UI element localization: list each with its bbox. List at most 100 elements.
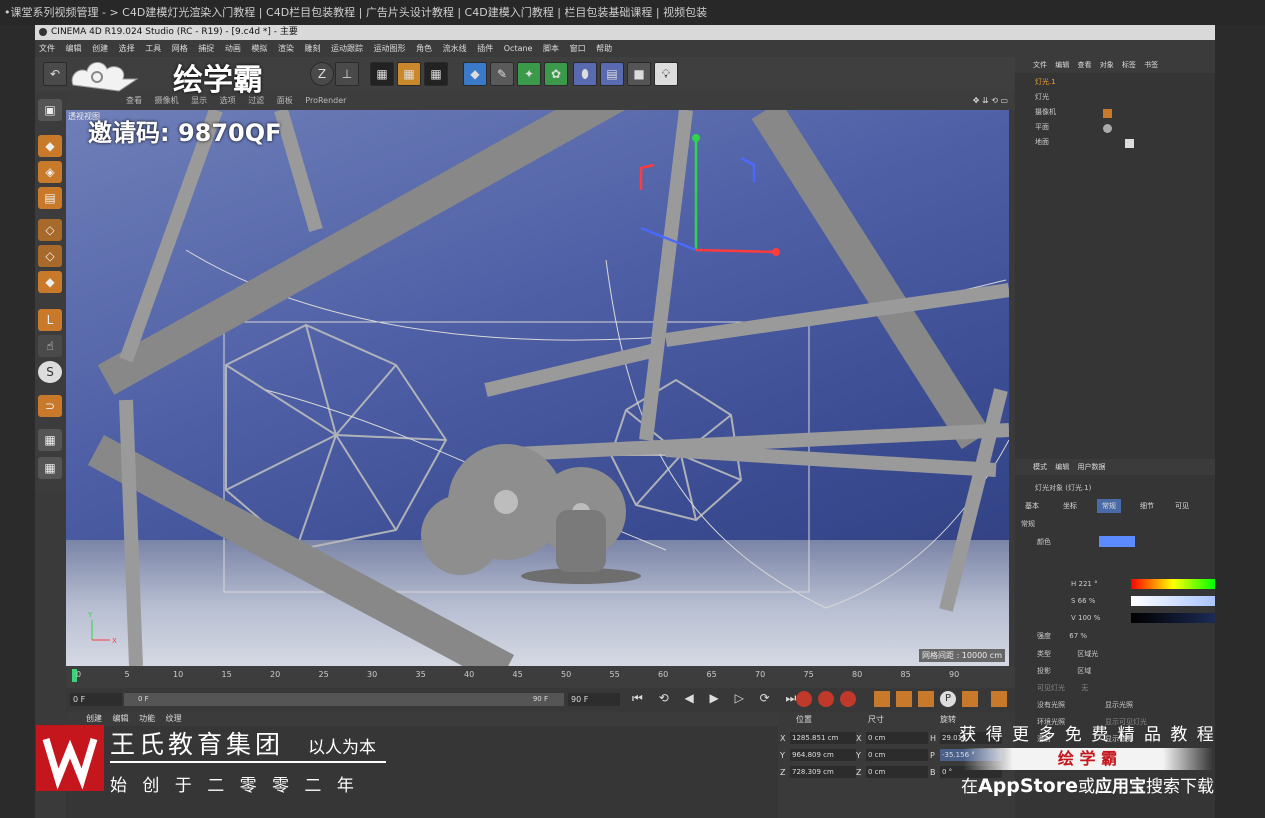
mat-tab-create[interactable]: 创建	[86, 714, 102, 723]
polygons-mode-icon[interactable]: ◆	[38, 271, 62, 293]
axis-mode-icon[interactable]: L	[38, 309, 62, 331]
mat-tab-edit[interactable]: 编辑	[113, 714, 129, 723]
size-z-field[interactable]: 0 cm	[866, 766, 928, 778]
render-settings-icon[interactable]: ▦	[424, 62, 448, 86]
hue-gradient[interactable]	[1131, 579, 1215, 589]
hsv-v-row[interactable]: V 100 %	[1015, 611, 1100, 625]
size-y-field[interactable]: 0 cm	[866, 749, 928, 761]
menu-help[interactable]: 帮助	[596, 44, 612, 53]
menu-simulate[interactable]: 模拟	[251, 44, 267, 53]
attr-tab-general[interactable]: 常规	[1097, 499, 1121, 513]
tweak-mode-icon[interactable]: ☝	[38, 335, 62, 357]
size-x-field[interactable]: 0 cm	[866, 732, 928, 744]
make-editable-icon[interactable]: ▣	[38, 99, 62, 121]
key-pla-icon[interactable]	[962, 691, 978, 707]
om-tab-bookmarks[interactable]: 书签	[1144, 61, 1158, 69]
object-row-light[interactable]: 灯光	[1015, 90, 1049, 104]
value-gradient[interactable]	[1131, 613, 1215, 623]
menu-select[interactable]: 选择	[119, 44, 135, 53]
frame-range-slider[interactable]: 0 F 90 F	[124, 693, 564, 706]
magnet-icon[interactable]: ⊃	[38, 395, 62, 417]
hsv-s-row[interactable]: S 66 %	[1015, 594, 1095, 608]
timeline-ruler[interactable]: 0 5 10 15 20 25 30 35 40 45 50 55 60 65 70 75 80 85 90	[66, 666, 1016, 688]
menu-motion-tracking[interactable]: 运动跟踪	[331, 44, 363, 53]
menu-create[interactable]: 创建	[92, 44, 108, 53]
workplane-mode-icon[interactable]: ▤	[38, 187, 62, 209]
menu-snap[interactable]: 捕捉	[198, 44, 214, 53]
current-frame-field[interactable]: 0 F	[70, 693, 122, 706]
menu-character[interactable]: 角色	[416, 44, 432, 53]
light-icon[interactable]: 💡︎	[654, 62, 678, 86]
coord-x-field[interactable]: 1285.851 cm	[790, 732, 856, 744]
keyframe-selection-icon[interactable]	[840, 691, 856, 707]
om-tab-edit[interactable]: 编辑	[1055, 61, 1069, 69]
attr-visible-light-row[interactable]: 可见灯光 无	[1015, 681, 1088, 695]
texture-mode-icon[interactable]: ◈	[38, 161, 62, 183]
edges-mode-icon[interactable]: ◇	[38, 245, 62, 267]
menu-pipeline[interactable]: 流水线	[443, 44, 467, 53]
floor-icon[interactable]: ▤	[600, 62, 624, 86]
am-tab-userdata[interactable]: 用户数据	[1077, 463, 1105, 471]
object-row-floor[interactable]: 地面	[1015, 135, 1049, 149]
attr-color-swatch[interactable]	[1099, 536, 1135, 547]
model-mode-icon[interactable]: ◆	[38, 135, 62, 157]
snap-icon[interactable]: S	[38, 361, 62, 383]
render-view-icon[interactable]: ▦	[370, 62, 394, 86]
subdivision-icon[interactable]: ✦	[517, 62, 541, 86]
attr-no-illum-row[interactable]: 没有光照	[1015, 698, 1065, 712]
attr-tab-coord[interactable]: 坐标	[1063, 499, 1077, 513]
timeline-window-icon[interactable]	[991, 691, 1007, 707]
am-tab-mode[interactable]: 模式	[1033, 463, 1047, 471]
array-generator-icon[interactable]: ✿	[544, 62, 568, 86]
key-position-icon[interactable]	[874, 691, 890, 707]
material-tag-icon[interactable]	[1103, 124, 1112, 133]
attr-tab-visible[interactable]: 可见	[1175, 499, 1189, 513]
attr-type-row[interactable]: 类型 区域光	[1015, 647, 1098, 661]
om-tab-tags[interactable]: 标签	[1122, 61, 1136, 69]
pen-spline-icon[interactable]: ✎	[490, 62, 514, 86]
mat-tab-function[interactable]: 功能	[139, 714, 155, 723]
transport-controls[interactable]: ⏮ ⟲ ◀ ▶ ▷ ⟳ ⏭	[632, 691, 802, 706]
perspective-viewport[interactable]: 透视视图 Y X 网格间距: 10000 cm	[66, 110, 1009, 666]
record-keyframe-icon[interactable]	[796, 691, 812, 707]
texture-tag-icon[interactable]	[1125, 139, 1134, 148]
om-tab-objects[interactable]: 对象	[1100, 61, 1114, 69]
om-tab-view[interactable]: 查看	[1077, 61, 1091, 69]
saturation-gradient[interactable]	[1131, 596, 1215, 606]
key-parameter-icon[interactable]: P	[940, 691, 956, 707]
coordinate-system-icon[interactable]: ⊥	[335, 62, 359, 86]
vp-menu-view[interactable]: 查看	[126, 96, 142, 105]
hsv-h-row[interactable]: H 221 °	[1015, 577, 1098, 591]
object-row-camera[interactable]: 摄像机	[1015, 105, 1056, 119]
menu-tools[interactable]: 工具	[145, 44, 161, 53]
menu-octane[interactable]: Octane	[504, 44, 533, 53]
am-tab-edit[interactable]: 编辑	[1055, 463, 1069, 471]
locked-workplane-icon[interactable]: ▦	[38, 457, 62, 479]
key-rotation-icon[interactable]	[918, 691, 934, 707]
menu-script[interactable]: 脚本	[543, 44, 559, 53]
menu-render[interactable]: 渲染	[278, 44, 294, 53]
deformer-icon[interactable]: ⬮	[573, 62, 597, 86]
vp-menu-panel[interactable]: 面板	[277, 96, 293, 105]
om-tab-file[interactable]: 文件	[1033, 61, 1047, 69]
object-row-light1[interactable]: 灯光.1	[1015, 75, 1056, 89]
menu-plugins[interactable]: 插件	[477, 44, 493, 53]
coord-z-field[interactable]: 728.309 cm	[790, 766, 856, 778]
workplane-icon[interactable]: ▦	[38, 429, 62, 451]
points-mode-icon[interactable]: ◇	[38, 219, 62, 241]
menu-file[interactable]: 文件	[39, 44, 55, 53]
vp-menu-prorender[interactable]: ProRender	[305, 96, 346, 105]
attr-show-illum-row[interactable]: 显示光照	[1105, 698, 1133, 712]
target-tag-icon[interactable]	[1103, 109, 1112, 118]
attr-tab-basic[interactable]: 基本	[1025, 499, 1039, 513]
attr-intensity-row[interactable]: 强度 67 %	[1015, 629, 1087, 643]
menu-mograph[interactable]: 运动图形	[374, 44, 406, 53]
object-row-plane[interactable]: 平面	[1015, 120, 1049, 134]
mat-tab-texture[interactable]: 纹理	[166, 714, 182, 723]
end-frame-field[interactable]: 90 F	[568, 693, 620, 706]
camera-icon[interactable]: ■	[627, 62, 651, 86]
viewport-nav-icons[interactable]: ✥ ⇊ ⟲ ▭	[973, 91, 1008, 110]
menu-animate[interactable]: 动画	[225, 44, 241, 53]
render-picture-viewer-icon[interactable]: ▦	[397, 62, 421, 86]
menu-window[interactable]: 窗口	[570, 44, 586, 53]
